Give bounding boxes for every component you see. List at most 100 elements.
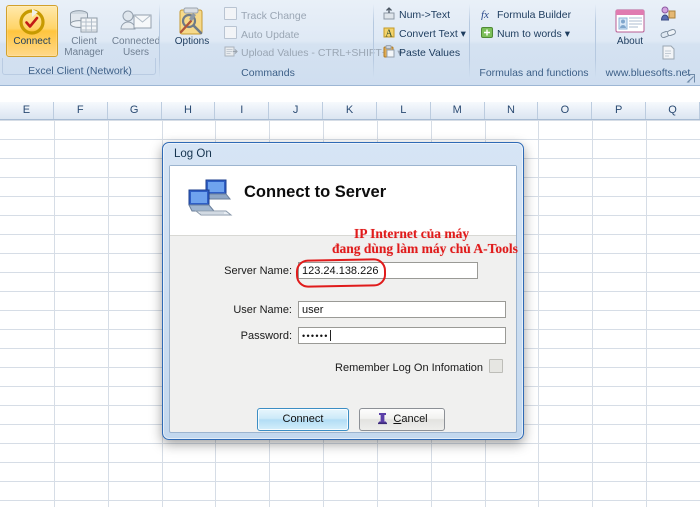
remember-logon-checkbox[interactable] <box>489 359 503 373</box>
dialog-launcher-icon[interactable] <box>686 70 695 83</box>
chevron-down-icon[interactable]: ▾ <box>565 28 570 40</box>
group-label-formulas: Formulas and functions <box>479 67 589 79</box>
column-header-p[interactable]: P <box>592 102 647 119</box>
user-name-value: user <box>302 304 324 316</box>
column-header-j[interactable]: J <box>269 102 324 119</box>
connected-users-label-2: Users <box>122 46 150 58</box>
column-headers: EFGHIJKLMNOPQ <box>0 102 700 120</box>
connect-button-label: Connect <box>13 36 51 47</box>
options-button-label: Options <box>174 36 210 47</box>
ribbon-group-formulas: fx Formula Builder Num to words ▾ Formul… <box>472 2 596 82</box>
cancel-rest: ancel <box>401 413 428 425</box>
num-to-words-icon <box>480 26 494 39</box>
about-window-icon <box>605 7 655 37</box>
svg-text:fx: fx <box>481 9 489 20</box>
num-to-words-item[interactable]: Num to words ▾ <box>480 26 570 43</box>
ribbon: Connect Client Manager Connected Users E… <box>0 0 700 86</box>
chevron-down-icon[interactable]: ▾ <box>461 28 466 40</box>
excel-window: Connect Client Manager Connected Users E… <box>0 0 700 507</box>
user-name-input[interactable]: user <box>298 301 506 318</box>
document-icon[interactable] <box>660 45 677 65</box>
group-separator <box>595 4 596 78</box>
connect-dialog-button[interactable]: Connect <box>257 408 349 431</box>
column-header-o[interactable]: O <box>538 102 593 119</box>
ribbon-group-text-tools: Num->Text A Convert Text ▾ Paste Values <box>376 2 470 82</box>
column-header-k[interactable]: K <box>323 102 377 119</box>
connected-users-icon <box>111 7 161 37</box>
column-header-g[interactable]: G <box>108 102 162 119</box>
grid-row-line <box>0 120 700 121</box>
auto-update-item[interactable]: Auto Update <box>224 26 299 43</box>
track-change-label: Track Change <box>241 10 307 22</box>
password-input[interactable]: •••••• <box>298 327 506 344</box>
dialog-heading: Connect to Server <box>244 183 387 201</box>
column-header-m[interactable]: M <box>431 102 485 119</box>
link-icon[interactable] <box>660 26 677 46</box>
about-button-label: About <box>616 36 644 47</box>
grid-column-line <box>538 120 540 507</box>
paste-values-item[interactable]: Paste Values <box>382 45 460 62</box>
grid-column-line <box>53 120 55 507</box>
client-manager-label-2: Manager <box>64 46 104 58</box>
paste-values-label: Paste Values <box>399 47 461 59</box>
ribbon-group-bluesofts: About www.bluesofts.net <box>598 2 698 83</box>
client-manager-button[interactable]: Client Manager <box>58 5 110 57</box>
column-header-h[interactable]: H <box>162 102 216 119</box>
cancel-icon <box>376 411 389 425</box>
column-header-q[interactable]: Q <box>646 102 700 119</box>
text-caret <box>329 330 331 341</box>
grid-row-line <box>0 139 700 140</box>
convert-text-item[interactable]: A Convert Text ▾ <box>382 26 466 43</box>
column-header-l[interactable]: L <box>377 102 431 119</box>
svg-text:A: A <box>385 29 393 40</box>
formula-builder-label: Formula Builder <box>497 9 572 21</box>
column-header-e[interactable]: E <box>0 102 54 119</box>
column-header-n[interactable]: N <box>485 102 539 119</box>
convert-text-icon: A <box>382 26 396 40</box>
column-header-i[interactable]: I <box>215 102 270 119</box>
num-to-text-item[interactable]: Num->Text <box>382 7 450 24</box>
annotation-line-2: đang dùng làm máy chủ A-Tools <box>332 241 518 256</box>
dialog-body: Connect to Server IP Internet của máy đa… <box>169 165 518 433</box>
group-label-excel-client: Excel Client (Network) <box>28 65 132 77</box>
grid-column-line <box>646 120 648 507</box>
checkbox-icon[interactable] <box>224 7 237 20</box>
formula-builder-item[interactable]: fx Formula Builder <box>480 7 571 24</box>
group-label-bluesofts: www.bluesofts.net <box>605 67 691 79</box>
password-value: •••••• <box>302 331 329 341</box>
dialog-title: Log On <box>174 148 212 160</box>
two-computers-server-icon <box>184 178 240 220</box>
remember-logon-label: Remember Log On Infomation <box>335 362 483 374</box>
column-header-f[interactable]: F <box>54 102 108 119</box>
upload-values-label: Upload Values - CTRL+SHIFT+Z <box>241 47 395 59</box>
group-separator <box>373 4 374 78</box>
group-separator <box>469 4 470 78</box>
connect-button[interactable]: Connect <box>6 5 58 57</box>
connected-users-label-1: Connected <box>111 36 161 47</box>
paste-values-icon <box>382 45 396 58</box>
num-to-text-label: Num->Text <box>399 9 451 21</box>
options-button[interactable]: Options <box>166 5 218 57</box>
upload-icon <box>224 45 238 58</box>
password-label: Password: <box>240 330 292 342</box>
ribbon-group-commands: Options Track Change Auto Update Upload … <box>162 2 402 82</box>
auto-update-label: Auto Update <box>241 29 300 41</box>
num-to-text-icon <box>382 7 396 20</box>
grid-column-line <box>107 120 109 507</box>
group-separator <box>159 4 160 78</box>
grid-row-line <box>0 481 700 482</box>
annotation-highlight-circle <box>295 258 387 288</box>
annotation-line-1: IP Internet của máy <box>354 226 470 241</box>
connect-dialog-label: Connect <box>282 413 324 425</box>
log-on-dialog: Log On Connect to Server IP Internet của… <box>162 142 524 440</box>
remember-logon-row[interactable]: Remember Log On Infomation <box>335 359 503 374</box>
fx-icon: fx <box>480 7 494 21</box>
checkbox-icon[interactable] <box>224 26 237 39</box>
help-person-icon[interactable] <box>660 6 677 27</box>
track-change-item[interactable]: Track Change <box>224 7 307 24</box>
num-to-words-label: Num to words <box>497 28 562 40</box>
connected-users-button[interactable]: Connected Users <box>110 5 162 57</box>
cancel-dialog-button[interactable]: Cancel <box>359 408 445 431</box>
about-button[interactable]: About <box>604 5 656 57</box>
client-manager-label-1: Client <box>71 36 97 47</box>
